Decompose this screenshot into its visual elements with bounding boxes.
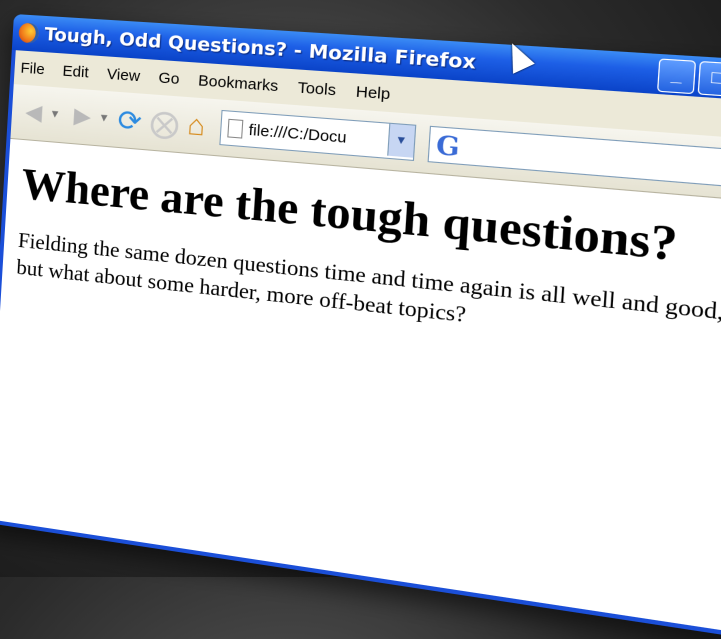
menu-help[interactable]: Help	[355, 82, 391, 102]
menu-edit[interactable]: Edit	[62, 62, 89, 81]
url-value[interactable]: file:///C:/Docu	[248, 121, 347, 147]
page-content: Where are the tough questions? Fielding …	[0, 138, 721, 634]
reload-icon[interactable]: ⟳	[117, 103, 143, 138]
url-dropdown-icon[interactable]: ▼	[386, 123, 415, 158]
forward-icon[interactable]: ►	[67, 99, 97, 134]
menu-view[interactable]: View	[106, 65, 140, 85]
menu-bookmarks[interactable]: Bookmarks	[198, 71, 279, 94]
menu-go[interactable]: Go	[158, 69, 180, 88]
forward-dropdown-icon[interactable]: ▼	[98, 112, 110, 125]
google-logo-icon: G	[435, 129, 461, 162]
minimize-button[interactable]: _	[656, 58, 697, 95]
menu-tools[interactable]: Tools	[297, 78, 336, 99]
url-bar[interactable]: file:///C:/Docu ▼	[218, 109, 416, 161]
menu-file[interactable]: File	[20, 59, 45, 78]
back-dropdown-icon[interactable]: ▼	[49, 108, 61, 121]
back-icon[interactable]: ◄	[19, 96, 48, 130]
page-icon	[226, 118, 243, 139]
stop-icon[interactable]: ⨂	[149, 105, 180, 141]
firefox-icon	[18, 22, 40, 44]
home-icon[interactable]: ⌂	[186, 108, 207, 142]
stage: Fielding the same dozen questions time a…	[0, 0, 721, 639]
maximize-button[interactable]: □	[697, 60, 721, 98]
